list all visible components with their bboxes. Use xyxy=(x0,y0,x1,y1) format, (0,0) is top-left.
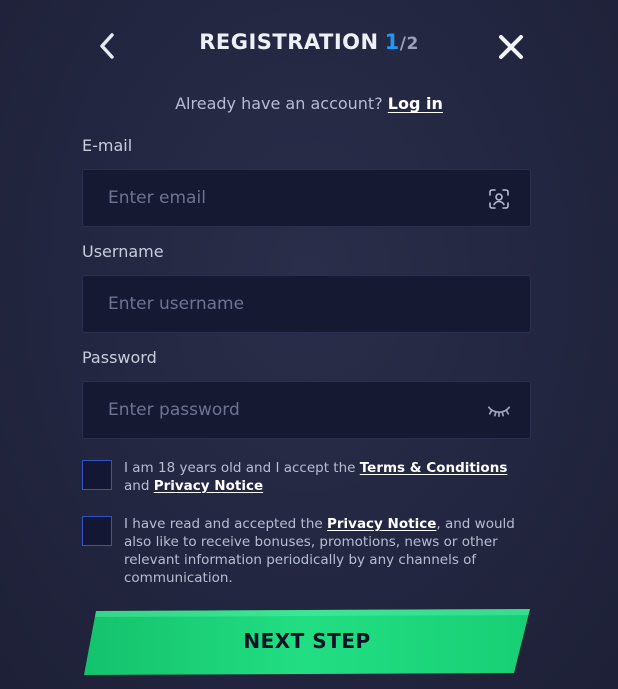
step-total: 2 xyxy=(406,34,419,54)
age-consent-text: I am 18 years old and I accept the Terms… xyxy=(124,459,534,495)
login-link[interactable]: Log in xyxy=(388,94,443,113)
age-consent-checkbox[interactable] xyxy=(82,460,112,490)
username-label: Username xyxy=(82,242,164,261)
password-label: Password xyxy=(82,348,157,367)
marketing-consent-prefix: I have read and accepted the xyxy=(124,516,327,532)
age-consent-prefix: I am 18 years old and I accept the xyxy=(124,460,360,476)
marketing-privacy-notice-link[interactable]: Privacy Notice xyxy=(327,516,436,532)
eye-closed-icon[interactable] xyxy=(486,398,512,424)
email-field[interactable] xyxy=(83,170,530,226)
username-field-container xyxy=(82,275,531,333)
title-text: REGISTRATION xyxy=(199,30,379,54)
username-field[interactable] xyxy=(83,276,530,332)
age-consent-middle: and xyxy=(124,478,154,494)
marketing-consent-text: I have read and accepted the Privacy Not… xyxy=(124,515,534,587)
password-field-container xyxy=(82,381,531,439)
privacy-notice-link[interactable]: Privacy Notice xyxy=(154,478,263,494)
login-prompt: Already have an account? Log in xyxy=(0,94,618,113)
login-prompt-text: Already have an account? xyxy=(175,94,383,113)
close-button[interactable] xyxy=(492,28,530,66)
face-scan-icon[interactable] xyxy=(486,186,512,212)
step-current: 1 xyxy=(384,30,400,54)
next-step-label: NEXT STEP xyxy=(243,629,371,653)
terms-link[interactable]: Terms & Conditions xyxy=(360,460,508,476)
close-icon xyxy=(499,35,523,59)
password-field[interactable] xyxy=(83,382,530,438)
email-field-container xyxy=(82,169,531,227)
next-step-button[interactable]: NEXT STEP xyxy=(82,607,532,675)
marketing-consent-checkbox[interactable] xyxy=(82,516,112,546)
email-label: E-mail xyxy=(82,136,133,155)
